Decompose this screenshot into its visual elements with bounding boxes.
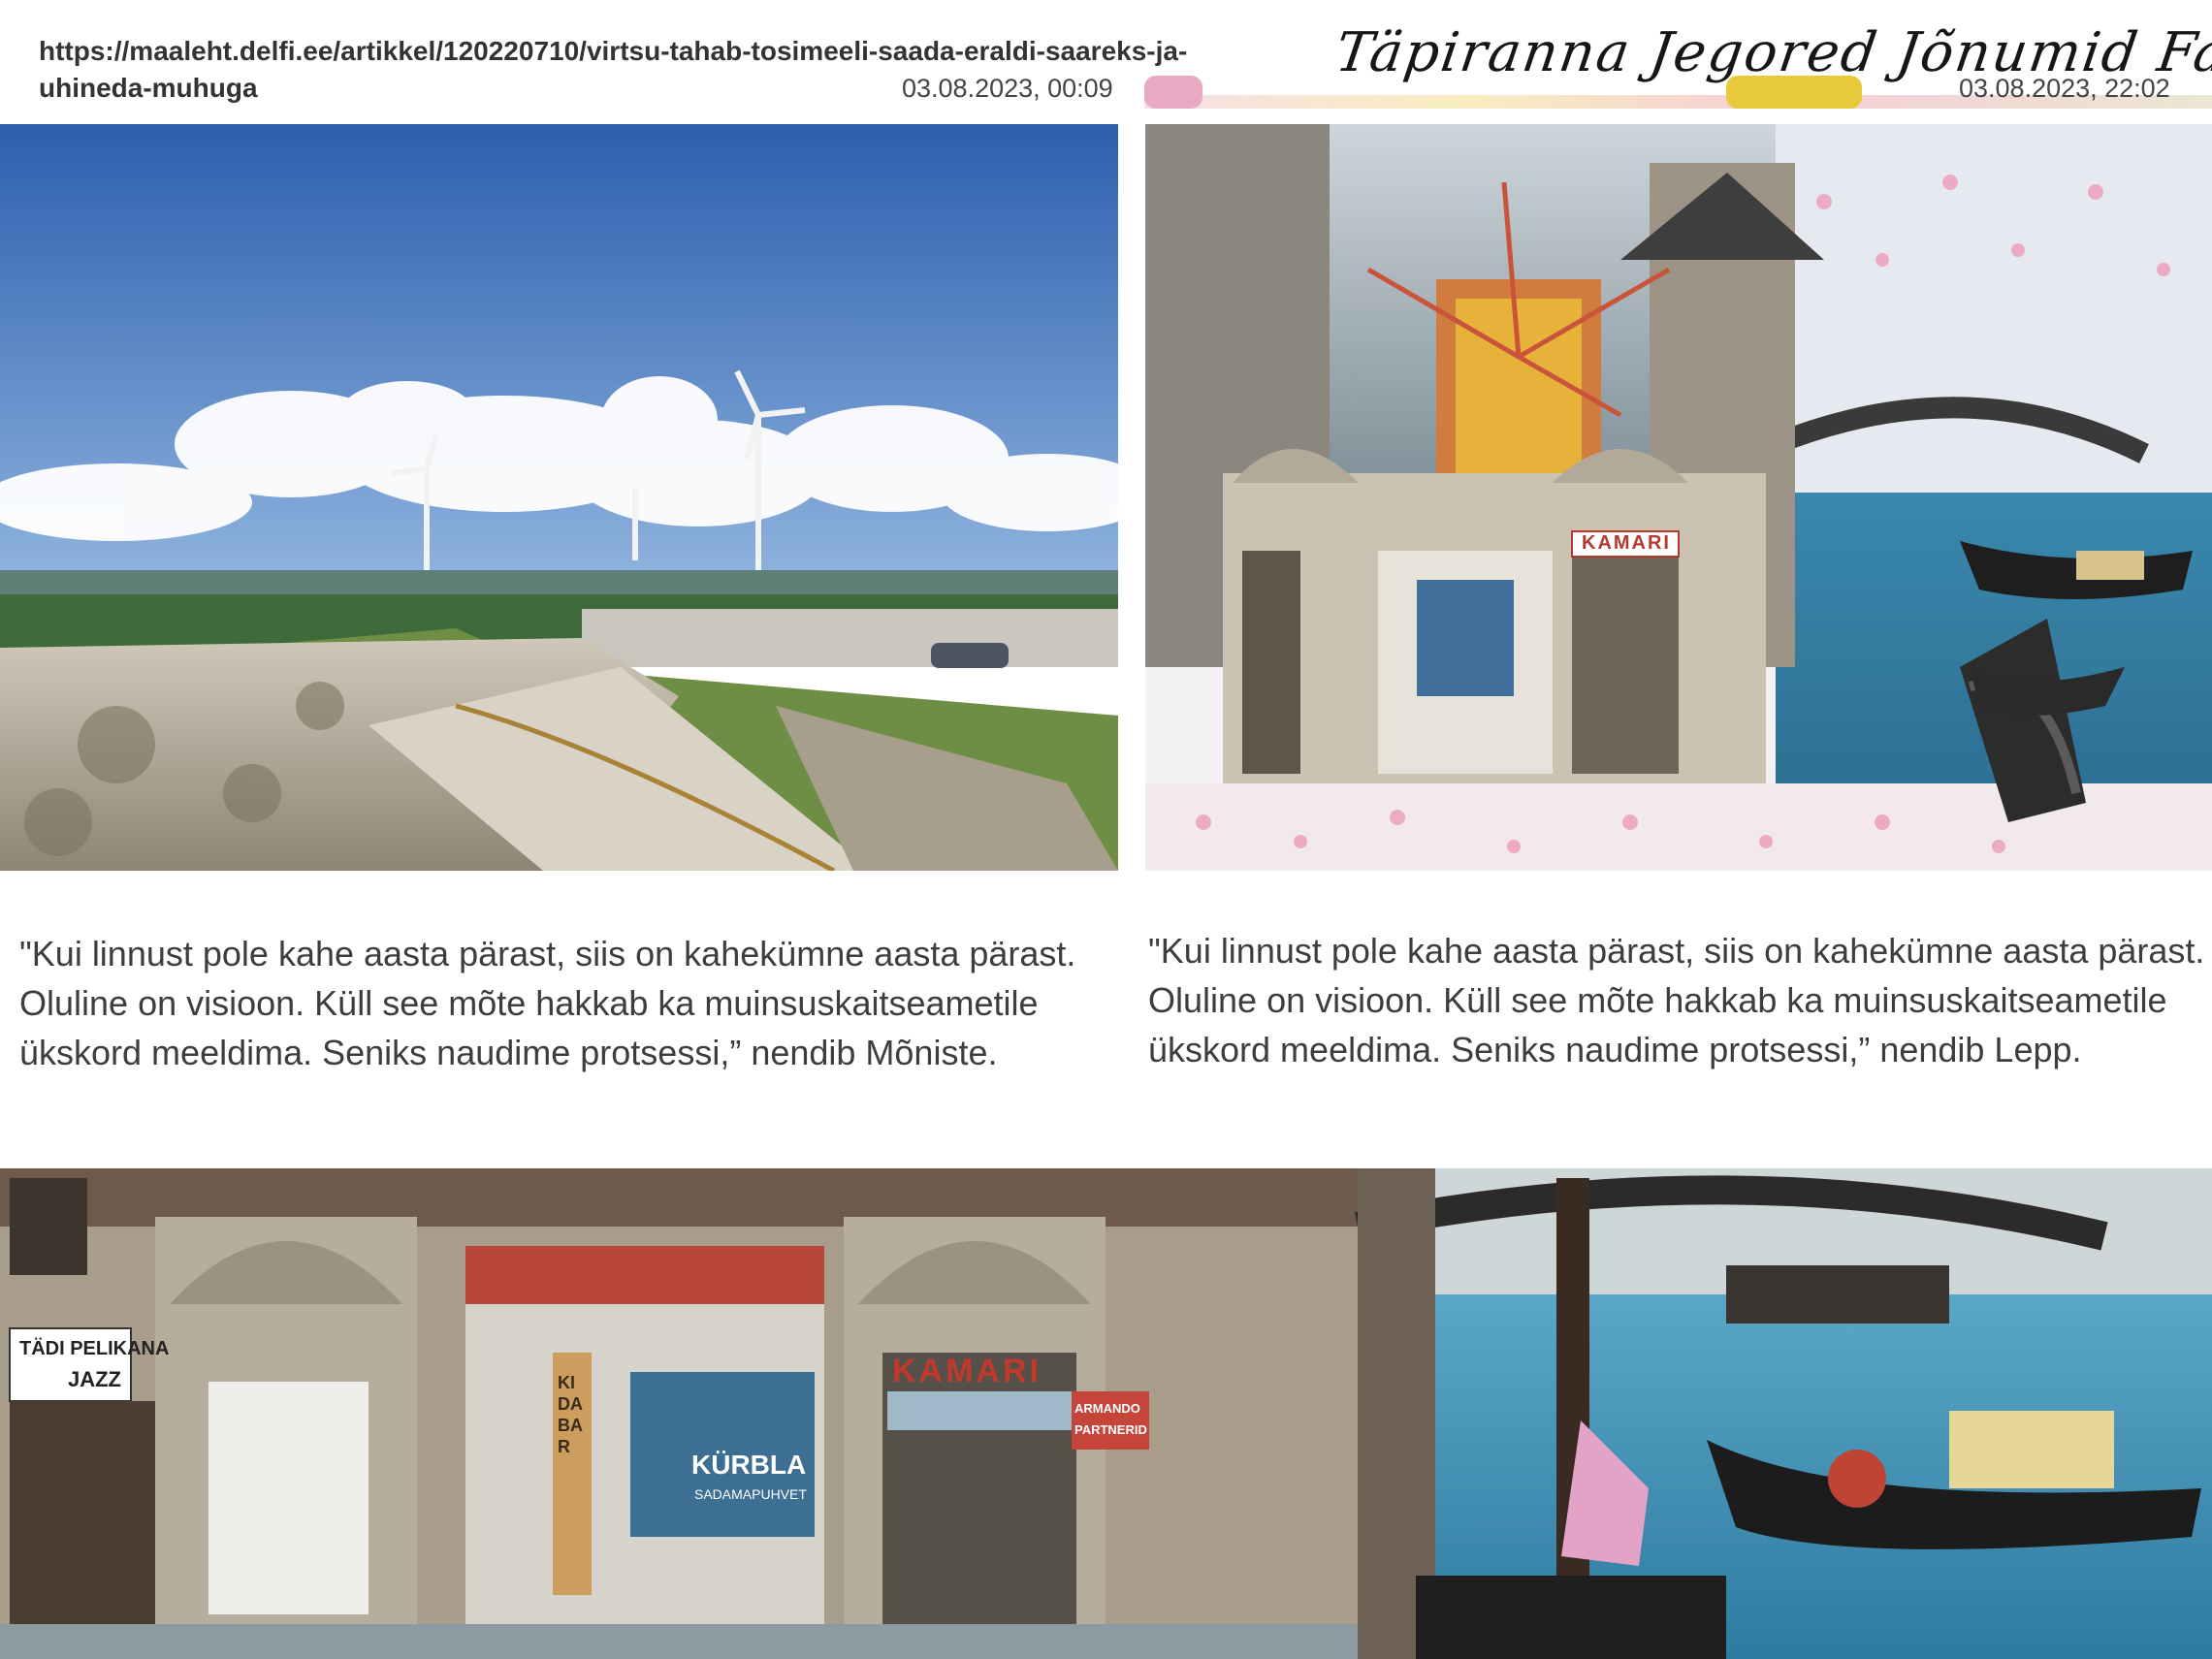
quote-left: "Kui linnust pole kahe aasta pärast, sii… [19, 934, 1076, 1072]
kida-bar-sign: KIDA BAR [558, 1373, 583, 1456]
date-right: 03.08.2023, 22:02 [1959, 74, 2170, 103]
date-left: 03.08.2023, 00:09 [902, 74, 1113, 103]
armando-sign: ARMANDO [1074, 1401, 1140, 1416]
partnerid-sign: PARTNERID [1074, 1422, 1147, 1437]
harbour-collage: TÄDI PELIKANA JAZZ KIDA BAR KÜRBLA SADAM… [0, 1168, 2212, 1659]
kurbla-sign: KÜRBLA [691, 1450, 807, 1480]
kamari-sign-bottom: KAMARI [892, 1353, 1042, 1389]
tadi-pelikana-sign: TÄDI PELIKANA [19, 1338, 170, 1359]
pink-fragment-icon [1144, 76, 1202, 109]
town-collage: KAMARI [1145, 124, 2212, 871]
town-collage-scene [1145, 124, 2212, 871]
kurbla-subtitle: SADAMAPUHVET [694, 1486, 807, 1502]
jazz-sign: JAZZ [68, 1367, 121, 1391]
ruins-photo-scene [0, 124, 1118, 871]
quote-right: "Kui linnust pole kahe aasta pärast, sii… [1148, 931, 2205, 1069]
kamari-sign: KAMARI [1582, 532, 1671, 554]
ruins-photo [0, 124, 1118, 871]
